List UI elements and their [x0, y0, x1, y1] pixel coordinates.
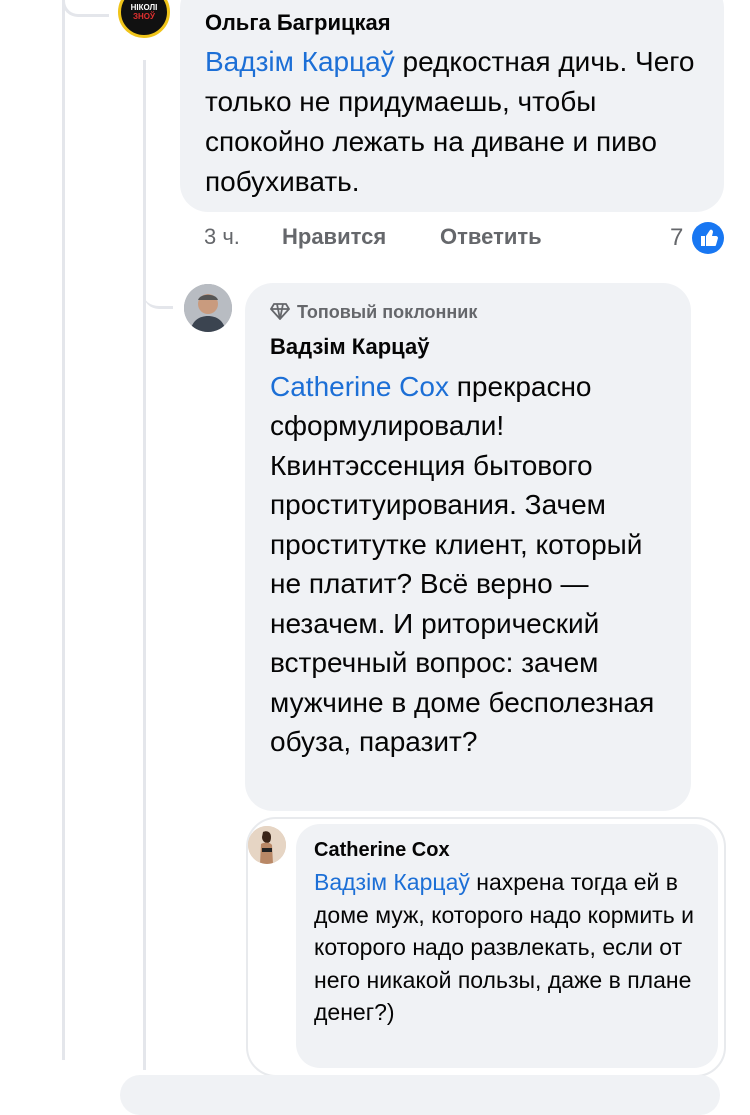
top-fan-badge: Топовый поклонник: [269, 301, 671, 325]
thread-elbow: [143, 270, 173, 309]
comment-author[interactable]: Catherine Cox: [314, 838, 702, 862]
reaction-summary[interactable]: 7: [670, 222, 730, 254]
avatar[interactable]: [184, 284, 232, 332]
avatar-text: НІКОЛІ: [130, 3, 158, 12]
diamond-icon: [269, 302, 292, 325]
like-button[interactable]: Нравится: [282, 224, 386, 250]
comment-bubble[interactable]: Catherine Cox Вадзім Карцаў нахрена тогд…: [296, 824, 718, 1068]
comment-timestamp[interactable]: 3 ч.: [204, 224, 240, 250]
reply-button[interactable]: Ответить: [440, 224, 542, 250]
comment-actions: 3 ч. Нравится Ответить: [204, 224, 724, 254]
mention-link[interactable]: Вадзім Карцаў: [314, 869, 470, 895]
thumbs-up-icon: [692, 222, 724, 254]
comment-bubble[interactable]: Ольга Багрицкая Вадзім Карцаў редкостная…: [180, 0, 724, 212]
thread-elbow-top: [62, 0, 109, 17]
comment-text: Вадзім Карцаў редкостная дичь. Чего толь…: [205, 46, 695, 197]
thread-line-outer: [62, 0, 65, 1060]
mention-link[interactable]: Вадзім Карцаў: [205, 46, 395, 77]
comment-text: Вадзім Карцаў нахрена тогда ей в доме му…: [314, 869, 694, 1025]
thread-line-inner: [143, 60, 146, 1070]
mention-link[interactable]: Catherine Cox: [270, 371, 449, 402]
reaction-count: 7: [670, 224, 684, 251]
comment-bubble[interactable]: Топовый поклонник Вадзім Карцаў Catherin…: [245, 283, 691, 811]
comment-text: Catherine Cox прекрасно сформулировали! …: [270, 370, 655, 758]
comment-author[interactable]: Ольга Багрицкая: [205, 10, 704, 36]
comment-author[interactable]: Вадзім Карцаў: [270, 333, 671, 361]
comment-input[interactable]: [120, 1075, 720, 1115]
avatar[interactable]: НІКОЛІ ЗНОЎ: [118, 0, 170, 38]
avatar-text: ЗНОЎ: [133, 12, 155, 21]
avatar[interactable]: [248, 826, 286, 864]
